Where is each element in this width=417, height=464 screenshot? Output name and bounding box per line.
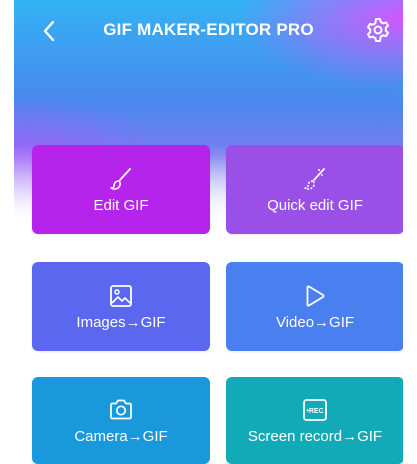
video-to-gif-button[interactable]: Video→GIF [226,262,403,351]
tile-label: Screen record→GIF [247,428,383,445]
rec-icon-text: •REC [306,408,323,415]
tile-label: Camera→GIF [74,428,168,445]
rec-icon: •REC [301,396,329,424]
gear-icon [367,18,389,42]
top-bar: GIF MAKER-EDITOR PRO [14,0,403,62]
image-icon [107,282,135,310]
screen-record-to-gif-button[interactable]: •REC Screen record→GIF [226,377,403,464]
tile-label: Edit GIF [93,197,149,214]
tile-label: Quick edit GIF [267,197,363,214]
images-to-gif-button[interactable]: Images→GIF [32,262,210,351]
camera-icon [107,396,135,424]
play-icon [301,282,329,310]
tile-label: Video→GIF [275,314,355,331]
app-screen: GIF MAKER-EDITOR PRO Edit GIF Quick edit… [14,0,403,464]
magic-brush-icon [301,165,329,193]
quick-edit-gif-button[interactable]: Quick edit GIF [226,145,403,234]
tile-label: Images→GIF [76,314,166,331]
brush-icon [107,165,135,193]
camera-to-gif-button[interactable]: Camera→GIF [32,377,210,464]
page-title: GIF MAKER-EDITOR PRO [103,20,314,39]
settings-button[interactable] [363,15,393,45]
edit-gif-button[interactable]: Edit GIF [32,145,210,234]
